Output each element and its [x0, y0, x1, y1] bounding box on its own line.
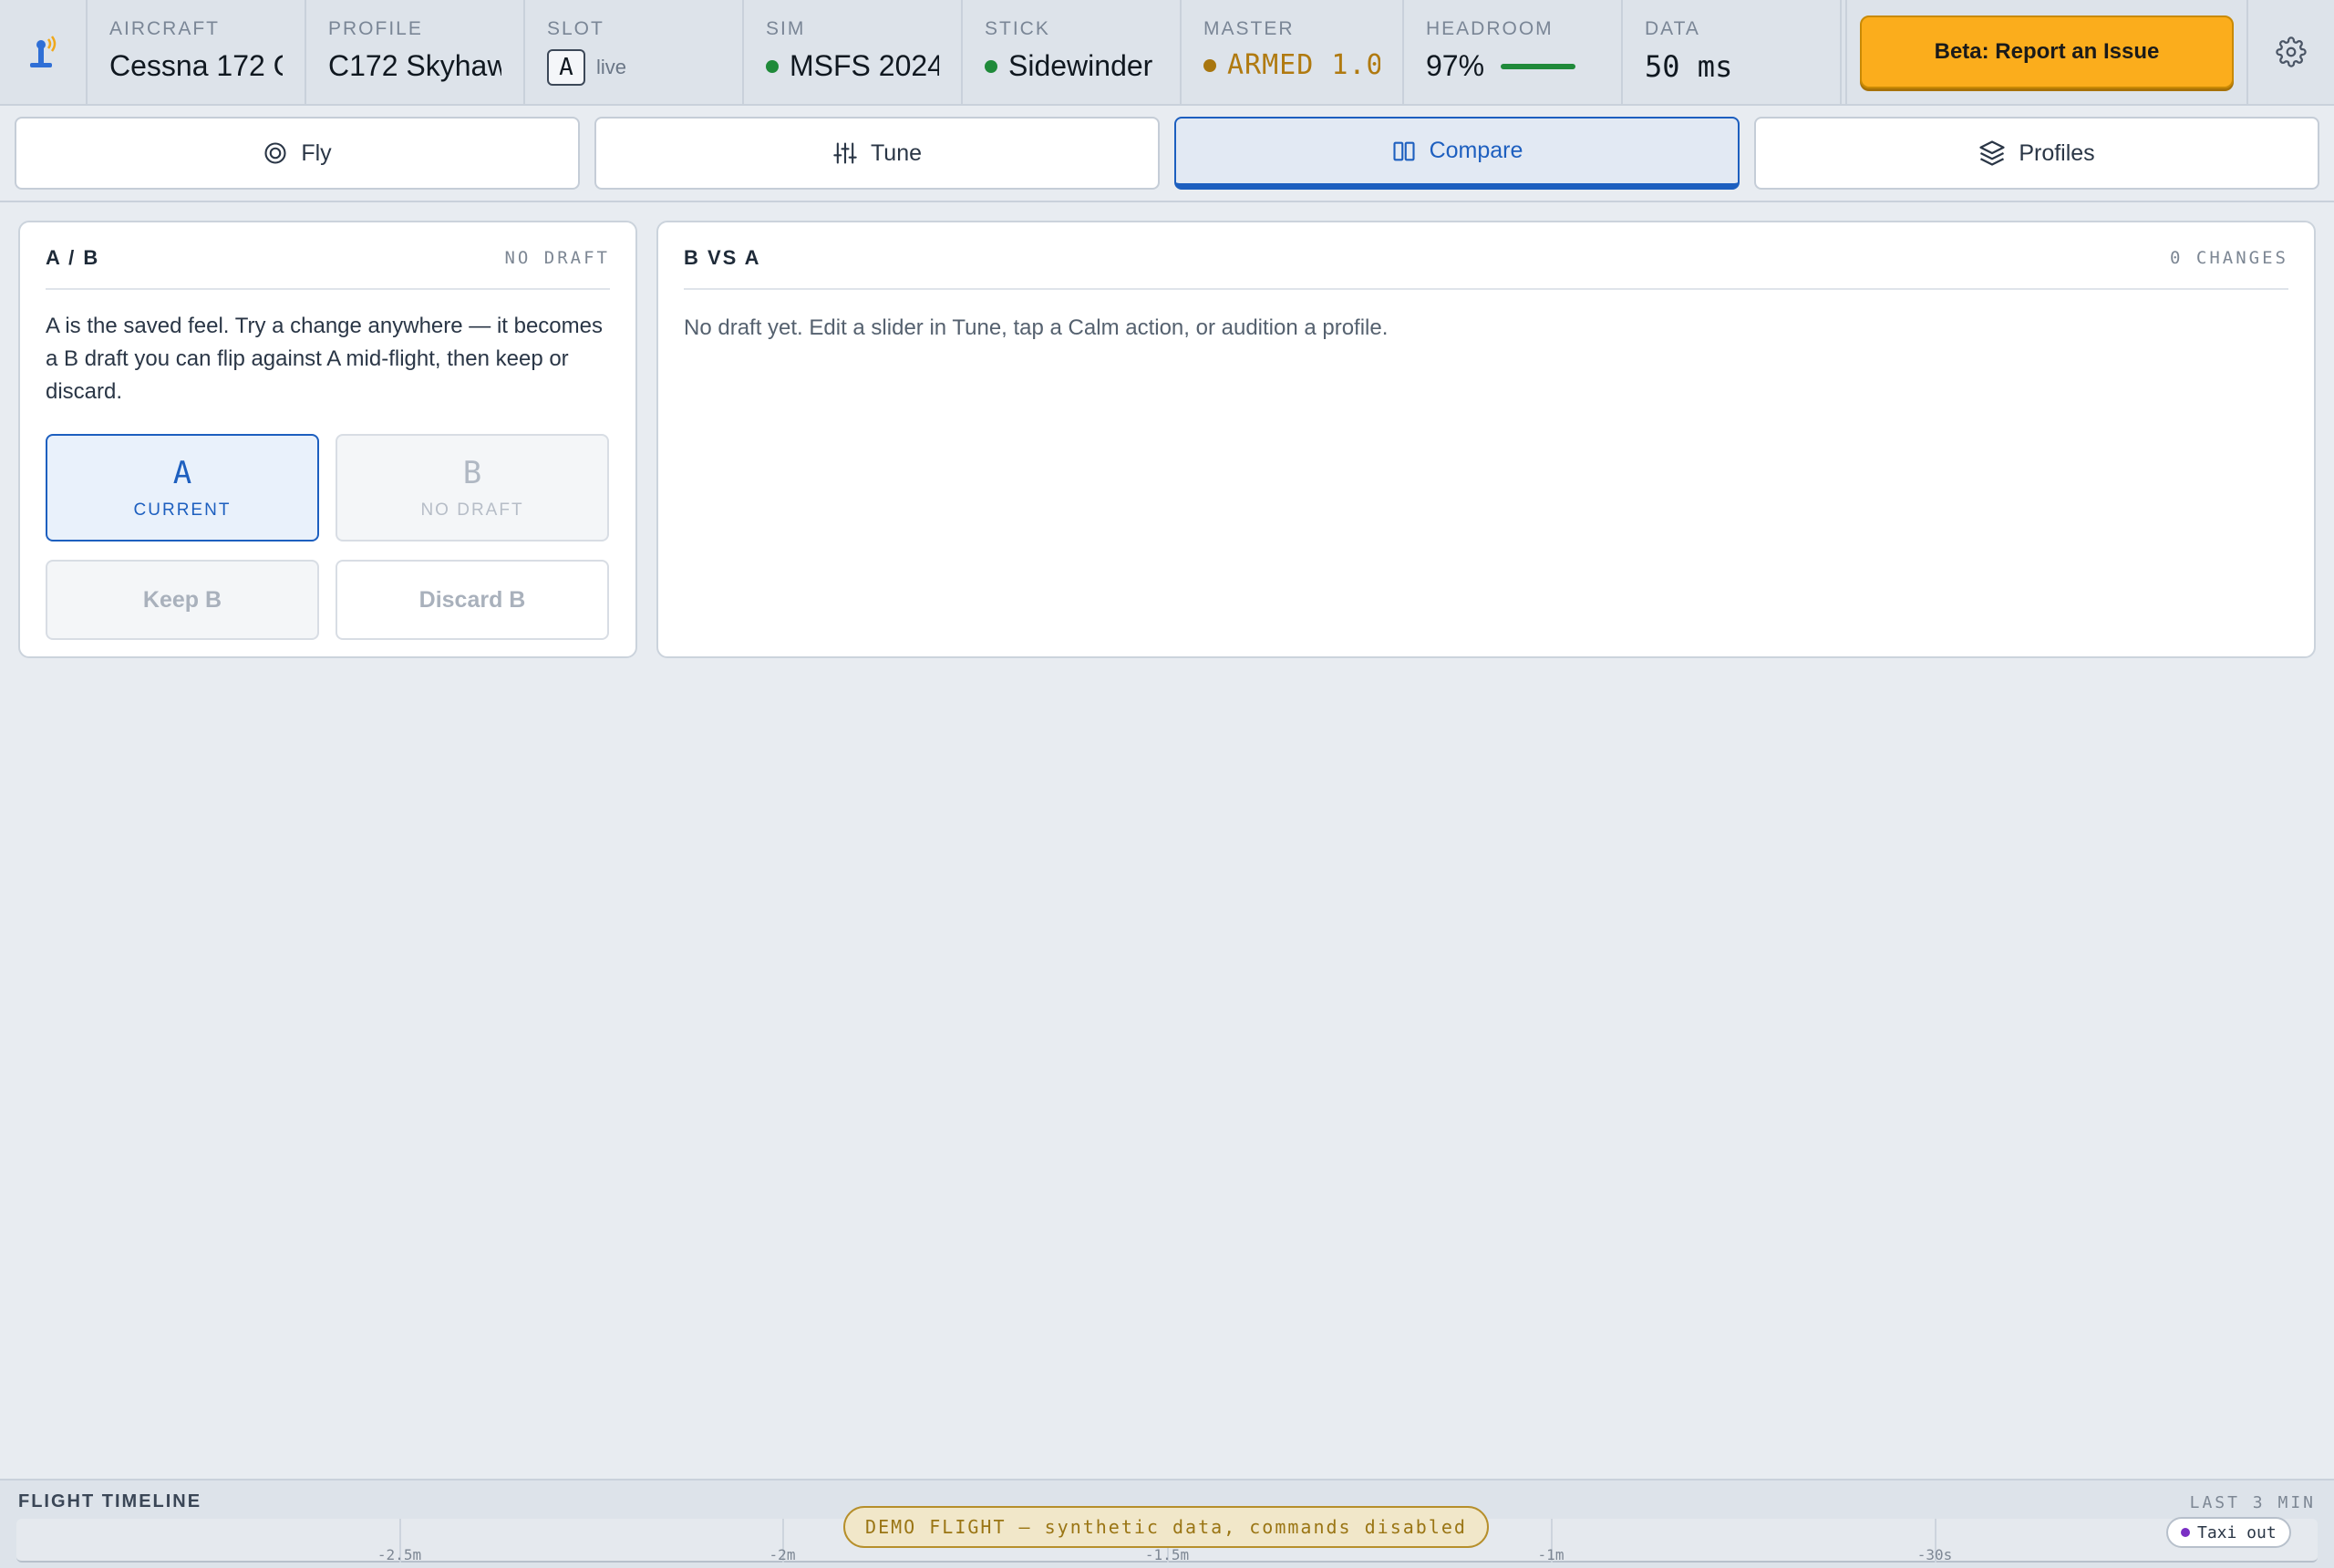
- slot-a-card[interactable]: A CURRENT: [46, 434, 319, 542]
- slot-stat[interactable]: SLOT A live: [525, 0, 744, 104]
- stick-stat[interactable]: STICK Sidewinder: [963, 0, 1182, 104]
- joystick-icon: [30, 36, 57, 67]
- slot-b-sub: NO DRAFT: [420, 500, 524, 520]
- timeline-tick-label: -2.5m: [377, 1546, 422, 1563]
- changes-count: 0 CHANGES: [2170, 248, 2288, 268]
- demo-flight-banner: DEMO FLIGHT — synthetic data, commands d…: [843, 1506, 1489, 1548]
- aircraft-stat[interactable]: AIRCRAFT Cessna 172 G: [88, 0, 306, 104]
- timeline-tick-label: -1.5m: [1144, 1546, 1190, 1563]
- sim-stat[interactable]: SIM MSFS 2024: [744, 0, 963, 104]
- profile-value: C172 Skyhaw: [328, 49, 501, 82]
- compare-panel: B VS A 0 CHANGES No draft yet. Edit a sl…: [656, 221, 2316, 658]
- layers-icon: [1979, 140, 2005, 166]
- aircraft-value: Cessna 172 G: [109, 49, 283, 82]
- slot-b-card[interactable]: B NO DRAFT: [336, 434, 609, 542]
- data-latency-value: 50 ms: [1645, 49, 1733, 84]
- tab-label-tune: Tune: [870, 139, 923, 166]
- master-stat[interactable]: MASTER ARMED 1.00: [1182, 0, 1404, 104]
- sim-label: SIM: [766, 18, 806, 39]
- slot-label: SLOT: [547, 18, 604, 39]
- compare-panel-title: B VS A: [684, 246, 761, 269]
- timeline-tick-label: -1m: [1537, 1546, 1565, 1563]
- data-stat: DATA 50 ms: [1623, 0, 1842, 104]
- ab-panel: A / B NO DRAFT A is the saved feel. Try …: [18, 221, 637, 658]
- beta-wrap: Beta: Report an Issue: [1845, 0, 2246, 104]
- tab-profiles[interactable]: Profiles: [1754, 117, 2319, 190]
- gear-icon: [2276, 36, 2307, 67]
- app-logo[interactable]: [0, 0, 88, 104]
- report-issue-button[interactable]: Beta: Report an Issue: [1860, 15, 2234, 88]
- settings-button[interactable]: [2246, 0, 2334, 104]
- tab-compare[interactable]: Compare: [1174, 117, 1740, 190]
- status-bar: AIRCRAFT Cessna 172 G PROFILE C172 Skyha…: [0, 0, 2334, 106]
- flight-timeline: FLIGHT TIMELINE LAST 3 MIN -2.5m -2m -1.…: [0, 1479, 2334, 1568]
- sim-value: MSFS 2024: [790, 49, 939, 82]
- sliders-icon: [833, 142, 857, 164]
- flight-phase-label: Taxi out: [2197, 1522, 2277, 1542]
- flight-phase-pill[interactable]: Taxi out: [2166, 1517, 2291, 1548]
- slot-a-sub: CURRENT: [133, 500, 232, 520]
- stick-label: STICK: [985, 18, 1050, 39]
- headroom-meter: [1501, 63, 1576, 69]
- ab-panel-header: A / B NO DRAFT: [46, 246, 610, 290]
- tab-tune[interactable]: Tune: [594, 117, 1160, 190]
- tab-fly[interactable]: Fly: [15, 117, 580, 190]
- headroom-value: 97%: [1426, 49, 1485, 82]
- ab-panel-title: A / B: [46, 246, 100, 269]
- keep-b-button[interactable]: Keep B: [46, 560, 319, 640]
- timeline-tick-label: -2m: [769, 1546, 796, 1563]
- phase-dot: [2181, 1528, 2190, 1537]
- tab-label-fly: Fly: [301, 139, 332, 166]
- slot-a-letter: A: [172, 455, 192, 491]
- slot-status: live: [596, 56, 627, 78]
- timeline-tick-label: -30s: [1916, 1546, 1953, 1563]
- stick-status-dot: [985, 59, 997, 73]
- compare-empty-text: No draft yet. Edit a slider in Tune, tap…: [684, 315, 1389, 340]
- profile-label: PROFILE: [328, 18, 423, 39]
- columns-icon: [1393, 141, 1415, 160]
- timeline-range: LAST 3 MIN: [2189, 1493, 2316, 1512]
- profile-stat[interactable]: PROFILE C172 Skyhaw: [306, 0, 525, 104]
- headroom-stat: HEADROOM 97%: [1404, 0, 1623, 104]
- aircraft-label: AIRCRAFT: [109, 18, 220, 39]
- tab-label-profiles: Profiles: [2019, 139, 2095, 166]
- slot-badge: A: [547, 49, 585, 86]
- target-icon: [264, 142, 286, 164]
- data-label: DATA: [1645, 18, 1700, 39]
- main-tabs: Fly Tune Compare Profiles: [0, 106, 2334, 202]
- master-value: ARMED 1.00: [1227, 49, 1380, 81]
- tab-label-compare: Compare: [1429, 138, 1523, 163]
- slot-b-letter: B: [462, 455, 482, 491]
- master-label: MASTER: [1203, 18, 1295, 39]
- discard-b-button[interactable]: Discard B: [336, 560, 609, 640]
- headroom-label: HEADROOM: [1426, 18, 1554, 39]
- stick-value: Sidewinder: [1008, 49, 1153, 82]
- ab-draft-status: NO DRAFT: [504, 248, 610, 268]
- timeline-title: FLIGHT TIMELINE: [18, 1491, 202, 1511]
- ab-description: A is the saved feel. Try a change anywhe…: [46, 314, 603, 404]
- master-status-dot: [1203, 58, 1216, 72]
- ab-controls: A CURRENT B NO DRAFT Keep B Discard B: [46, 434, 610, 640]
- compare-panel-header: B VS A 0 CHANGES: [684, 246, 2288, 290]
- sim-status-dot: [766, 59, 779, 73]
